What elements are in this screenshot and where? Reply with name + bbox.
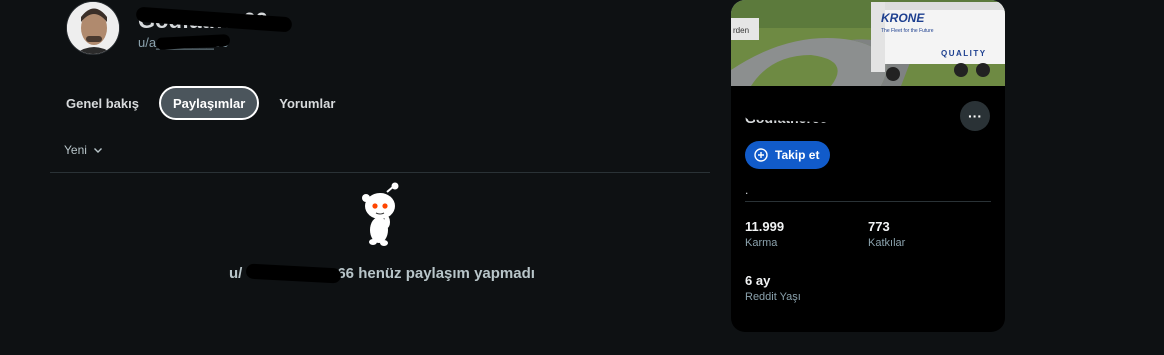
sort-label: Yeni	[64, 143, 87, 157]
divider	[50, 172, 710, 173]
tab-overview[interactable]: Genel bakış	[54, 86, 151, 120]
chevron-down-icon	[93, 148, 102, 153]
stat-label: Karma	[745, 237, 778, 249]
profile-tabs: Genel bakış Paylaşımlar Yorumlar	[54, 86, 347, 120]
sort-dropdown[interactable]: Yeni	[64, 143, 103, 157]
username: u/a________66	[138, 34, 231, 50]
stat-label: Katkılar	[868, 237, 906, 249]
card-display-name: Godfather66	[744, 110, 838, 126]
svg-text:KRONE: KRONE	[881, 11, 925, 25]
avatar[interactable]	[67, 2, 119, 54]
profile-card: rden KRONE The Fleet for the Future QUAL…	[731, 0, 1005, 332]
more-options-button[interactable]: ···	[960, 101, 990, 131]
stat-reddit-age: 6 ay Reddit Yaşı	[745, 273, 801, 303]
stat-value: 11.999	[745, 219, 785, 234]
stat-karma: 11.999 Karma	[745, 219, 784, 249]
svg-text:The Fleet for the Future: The Fleet for the Future	[881, 28, 934, 34]
redaction-mark	[245, 263, 342, 284]
svg-text:QUALITY: QUALITY	[941, 49, 987, 58]
stat-label: Reddit Yaşı	[745, 291, 801, 303]
stat-contributions: 773 Katkılar	[868, 219, 905, 249]
add-circle-icon	[754, 148, 768, 162]
follow-button[interactable]: Takip et	[745, 141, 831, 169]
svg-text:rden: rden	[733, 26, 749, 35]
follow-label: Takip et	[775, 148, 820, 162]
tab-posts[interactable]: Paylaşımlar	[158, 86, 260, 120]
stat-value: 773	[868, 219, 890, 234]
profile-banner[interactable]: rden KRONE The Fleet for the Future QUAL…	[731, 0, 1005, 86]
card-divider	[745, 201, 991, 202]
bio-text: .	[745, 183, 749, 197]
display-name: Godfather66	[135, 6, 293, 34]
snoo-icon	[362, 182, 399, 246]
stat-value: 6 ay	[745, 273, 771, 288]
empty-state-message: u/66 henüz paylaşım yapmadı	[229, 263, 535, 284]
tab-comments[interactable]: Yorumlar	[267, 86, 347, 120]
